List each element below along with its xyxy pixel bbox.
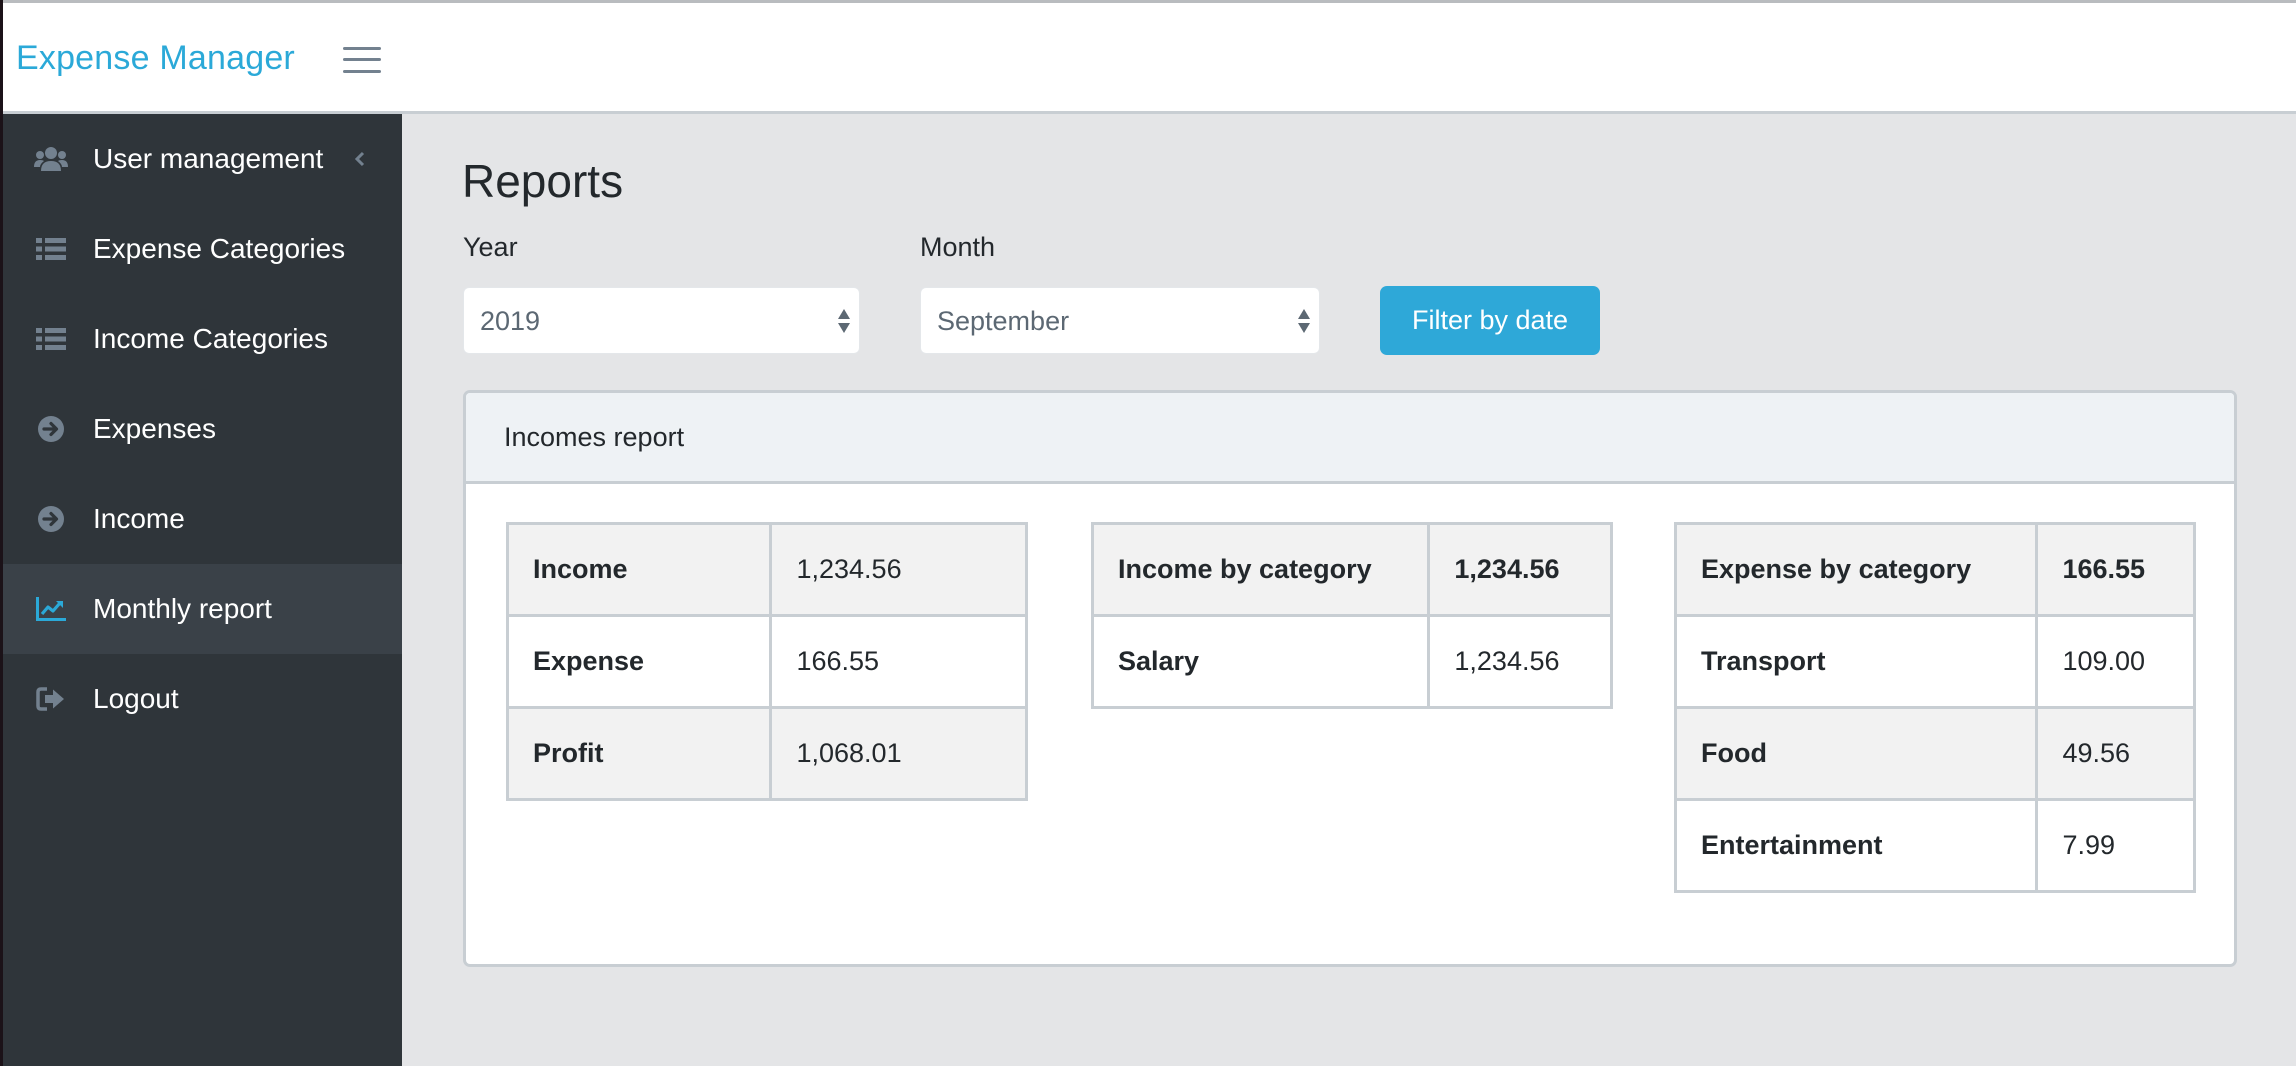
month-label: Month: [920, 232, 996, 262]
summary-value: 166.55: [769, 614, 1028, 709]
table-row: Income 1,234.56: [505, 522, 1028, 617]
income-by-category-table: Income by category 1,234.56 Salary 1,234…: [1090, 522, 1613, 709]
summary-key: Income: [505, 522, 773, 617]
sidebar: User management Expense Categories Incom…: [0, 114, 402, 1066]
select-arrows-icon: [837, 308, 851, 334]
expense-category-total: 166.55: [2035, 522, 2196, 617]
expense-category-name: Food: [1673, 706, 2039, 801]
arrow-circle-right-icon: [34, 414, 68, 444]
sidebar-item-label: Expense Categories: [93, 233, 346, 264]
hamburger-icon[interactable]: [343, 43, 381, 75]
sidebar-item-label: Monthly report: [93, 593, 272, 624]
sidebar-item-label: User management: [93, 143, 324, 174]
sidebar-item-label: Income Categories: [93, 323, 329, 354]
chevron-left-icon: [353, 149, 367, 169]
filter-by-date-button[interactable]: Filter by date: [1380, 286, 1600, 355]
sidebar-item-logout[interactable]: Logout: [0, 654, 402, 744]
summary-key: Expense: [505, 614, 773, 709]
page-title: Reports: [462, 155, 624, 207]
sidebar-item-expense-categories[interactable]: Expense Categories: [0, 204, 402, 294]
top-navbar: Expense Manager: [0, 0, 2296, 114]
sidebar-item-income[interactable]: Income: [0, 474, 402, 564]
year-select-value: 2019: [480, 306, 541, 336]
list-icon: [34, 324, 68, 354]
sidebar-item-label: Expenses: [93, 413, 216, 444]
hamburger-line: [343, 70, 381, 73]
sidebar-item-user-management[interactable]: User management: [0, 114, 402, 204]
table-row: Transport 109.00: [1673, 614, 2196, 709]
window-edge: [0, 0, 3, 1066]
table-header-row: Income by category 1,234.56: [1090, 522, 1613, 617]
list-icon: [34, 234, 68, 264]
expense-category-name: Transport: [1673, 614, 2039, 709]
summary-value: 1,068.01: [769, 706, 1028, 801]
card-title: Incomes report: [504, 422, 685, 452]
card-header: Incomes report: [466, 393, 2234, 484]
table-row: Food 49.56: [1673, 706, 2196, 801]
income-category-header: Income by category: [1090, 522, 1431, 617]
sidebar-item-income-categories[interactable]: Income Categories: [0, 294, 402, 384]
month-select[interactable]: September: [920, 287, 1320, 354]
sign-out-icon: [34, 684, 68, 714]
year-select[interactable]: 2019: [463, 287, 860, 354]
arrow-circle-right-icon: [34, 504, 68, 534]
line-chart-icon: [34, 594, 68, 624]
hamburger-line: [343, 47, 381, 50]
main-content: Reports Year 2019 Month September Filter…: [402, 114, 2296, 1066]
select-arrows-icon: [1297, 308, 1311, 334]
expense-category-value: 109.00: [2035, 614, 2196, 709]
brand-logo[interactable]: Expense Manager: [16, 39, 295, 78]
summary-table: Income 1,234.56 Expense 166.55 Profit 1,…: [505, 522, 1028, 801]
hamburger-line: [343, 58, 381, 61]
incomes-report-card: Incomes report Income 1,234.56 Expense 1…: [463, 390, 2237, 967]
users-icon: [34, 144, 68, 174]
expense-category-name: Entertainment: [1673, 798, 2039, 893]
summary-key: Profit: [505, 706, 773, 801]
table-row: Salary 1,234.56: [1090, 614, 1613, 709]
table-header-row: Expense by category 166.55: [1673, 522, 2196, 617]
expense-category-value: 49.56: [2035, 706, 2196, 801]
month-select-value: September: [937, 306, 1070, 336]
table-row: Profit 1,068.01: [505, 706, 1028, 801]
table-row: Entertainment 7.99: [1673, 798, 2196, 893]
income-category-name: Salary: [1090, 614, 1431, 709]
table-row: Expense 166.55: [505, 614, 1028, 709]
summary-value: 1,234.56: [769, 522, 1028, 617]
sidebar-item-label: Logout: [93, 683, 179, 714]
sidebar-item-expenses[interactable]: Expenses: [0, 384, 402, 474]
income-category-total: 1,234.56: [1427, 522, 1613, 617]
sidebar-item-label: Income: [93, 503, 185, 534]
expense-category-value: 7.99: [2035, 798, 2196, 893]
year-label: Year: [463, 232, 518, 262]
sidebar-item-monthly-report[interactable]: Monthly report: [0, 564, 402, 654]
expense-by-category-table: Expense by category 166.55 Transport 109…: [1673, 522, 2196, 893]
expense-category-header: Expense by category: [1673, 522, 2039, 617]
income-category-value: 1,234.56: [1427, 614, 1613, 709]
